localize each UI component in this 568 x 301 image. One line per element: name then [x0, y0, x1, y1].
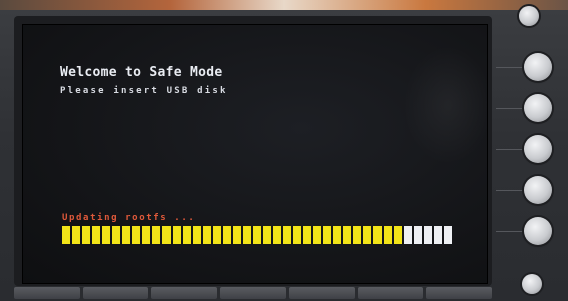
softkey-guide-line [496, 231, 526, 232]
progress-segment-empty [423, 226, 432, 244]
softkey-1[interactable] [524, 53, 552, 81]
progress-segment-filled [383, 226, 392, 244]
display-screen: Welcome to Safe Mode Please insert USB d… [22, 24, 488, 284]
softkey-guide-line [496, 149, 526, 150]
bottom-softkey-row [14, 287, 493, 301]
progress-segment-filled [242, 226, 251, 244]
top-power-button[interactable] [519, 6, 539, 26]
progress-segment-filled [272, 226, 282, 244]
progress-segment-filled [152, 226, 161, 244]
softkey-4[interactable] [524, 176, 552, 204]
progress-segment-filled [303, 226, 312, 244]
oscilloscope-device: Welcome to Safe Mode Please insert USB d… [0, 0, 568, 301]
softkey-panel [496, 6, 568, 301]
screen-glare [403, 45, 487, 165]
bottom-menu-button[interactable] [522, 274, 542, 294]
progress-segment-filled [363, 226, 372, 244]
bottom-softkey[interactable] [288, 287, 355, 299]
progress-segment-filled [333, 226, 342, 244]
progress-segment-filled [72, 226, 81, 244]
progress-segment-filled [393, 226, 402, 244]
softkey-guide-line [496, 190, 526, 191]
progress-segment-filled [222, 226, 231, 244]
top-edge [0, 0, 568, 10]
progress-segment-filled [122, 226, 131, 244]
progress-segment-filled [142, 226, 151, 244]
progress-segment-filled [172, 226, 181, 244]
progress-segment-filled [212, 226, 221, 244]
progress-segment-filled [313, 226, 322, 244]
update-status-text: Updating rootfs ... [62, 213, 196, 223]
progress-segment-filled [343, 226, 352, 244]
bottom-softkey[interactable] [220, 287, 286, 299]
progress-segment-filled [262, 226, 271, 244]
progress-segment-filled [62, 226, 71, 244]
softkey-guide-line [496, 67, 526, 68]
progress-segment-filled [102, 226, 111, 244]
progress-segment-filled [283, 226, 292, 244]
progress-segment-filled [293, 226, 302, 244]
progress-segment-filled [353, 226, 362, 244]
bottom-softkey[interactable] [82, 287, 149, 299]
progress-segment-filled [182, 226, 191, 244]
softkey-3[interactable] [524, 135, 552, 163]
progress-segment-filled [232, 226, 241, 244]
progress-segment-filled [92, 226, 101, 244]
progress-segment-empty [413, 226, 422, 244]
progress-segment-filled [132, 226, 141, 244]
progress-segment-filled [82, 226, 91, 244]
progress-segment-filled [323, 226, 332, 244]
softkey-5[interactable] [524, 217, 552, 245]
bottom-softkey[interactable] [14, 287, 80, 299]
bottom-softkey[interactable] [426, 287, 493, 299]
progress-segment-empty [433, 226, 442, 244]
progress-segment-filled [192, 226, 201, 244]
progress-segment-empty [443, 226, 452, 244]
softkey-2[interactable] [524, 94, 552, 122]
insert-usb-message: Please insert USB disk [60, 86, 228, 96]
progress-segment-empty [403, 226, 412, 244]
progress-segment-filled [162, 226, 171, 244]
softkey-guide-line [496, 108, 526, 109]
progress-segment-filled [373, 226, 382, 244]
progress-segment-filled [202, 226, 211, 244]
update-progress-bar [62, 226, 452, 244]
bottom-softkey[interactable] [151, 287, 218, 299]
progress-segment-filled [112, 226, 121, 244]
bottom-softkey[interactable] [357, 287, 424, 299]
progress-segment-filled [252, 226, 261, 244]
safe-mode-title: Welcome to Safe Mode [60, 65, 223, 80]
